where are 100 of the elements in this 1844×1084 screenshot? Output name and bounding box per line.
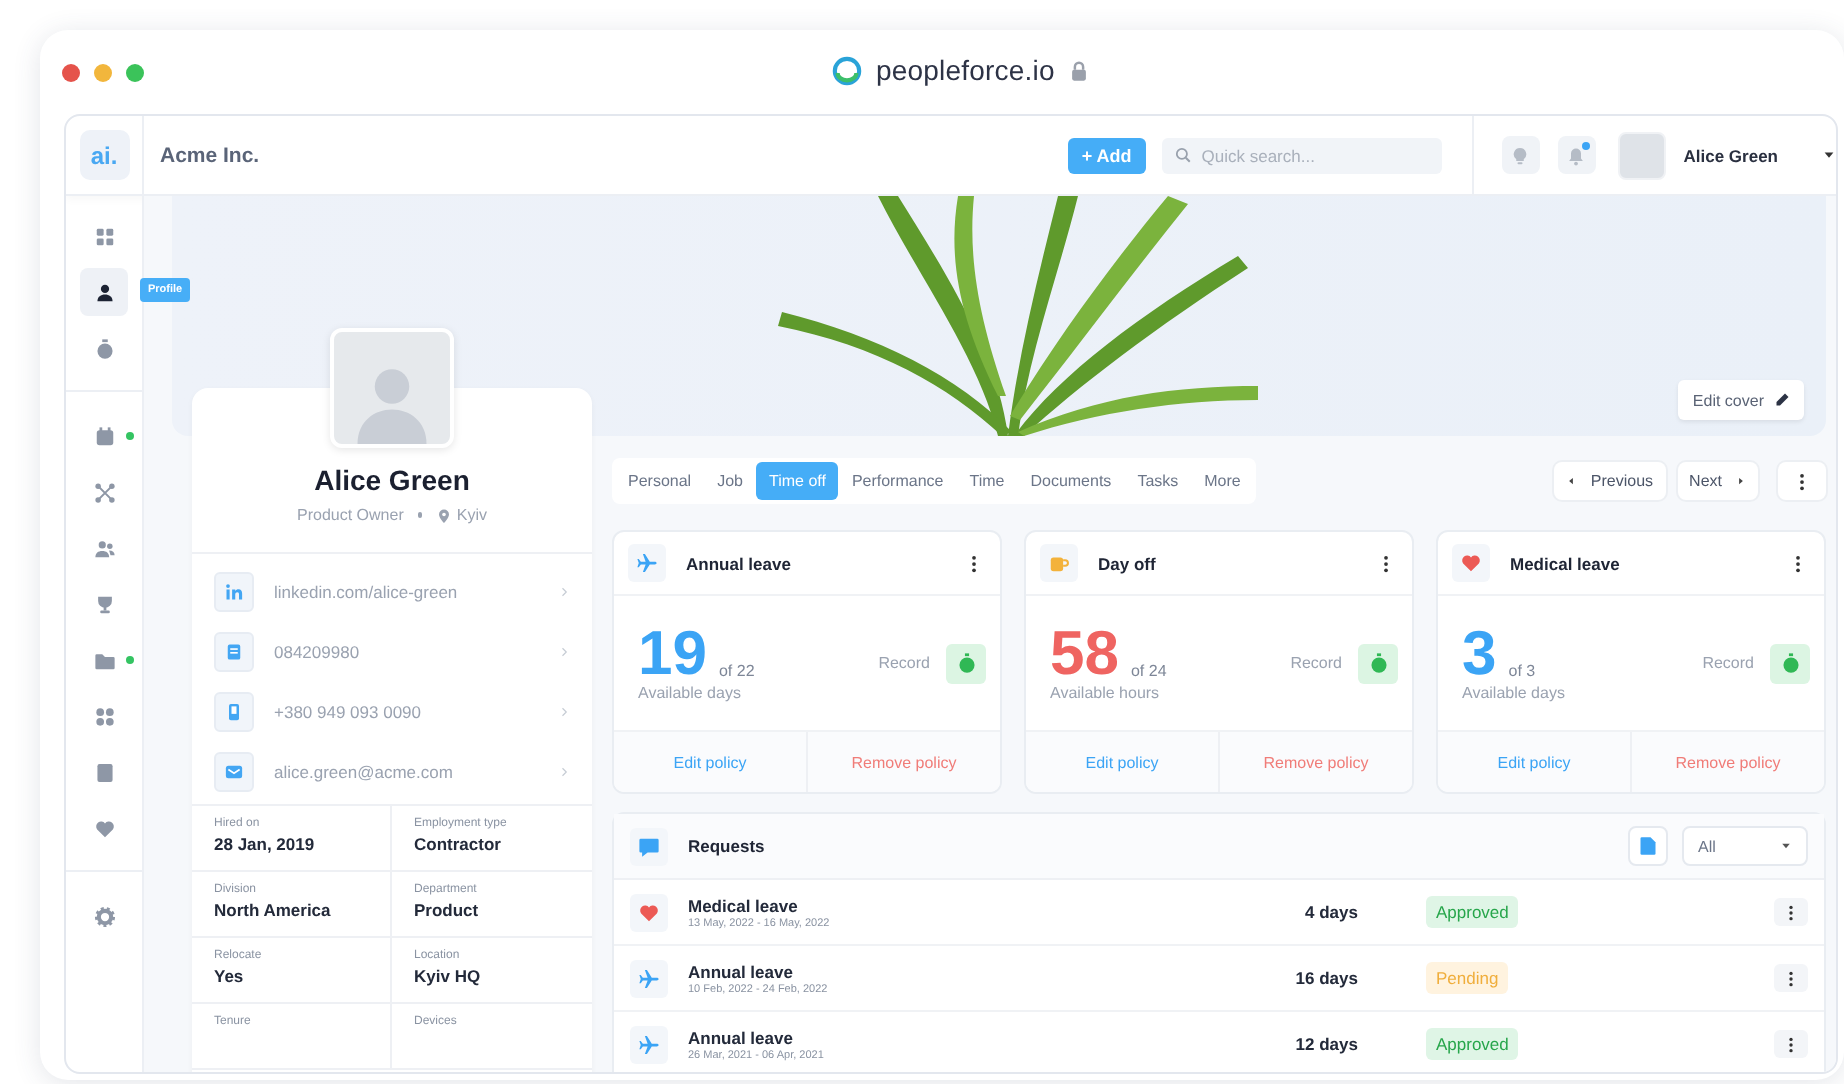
next-button[interactable]: Next (1677, 462, 1758, 500)
calendar-icon (93, 425, 115, 447)
contact-link[interactable]: linkedin.com/alice-green (274, 582, 558, 602)
folder-icon (93, 649, 115, 671)
remove-policy-link[interactable]: Remove policy (808, 732, 1000, 792)
search-field[interactable]: Quick search... (1161, 137, 1442, 173)
record-label: Record (1702, 654, 1754, 672)
request-title: Annual leave (688, 961, 795, 981)
balance-number: 58 (1050, 625, 1119, 681)
lightbulb-button[interactable] (1501, 136, 1540, 174)
field-value: Yes (214, 966, 246, 986)
tab[interactable]: More (1192, 462, 1253, 500)
stopwatch-icon (1367, 652, 1389, 674)
add-button[interactable]: + Add (1067, 137, 1146, 173)
filter-dropdown[interactable]: All (1682, 826, 1808, 866)
balance-unit: Available days (1462, 683, 1565, 701)
apps-icon (93, 705, 115, 727)
close-dot[interactable] (62, 63, 80, 81)
location-text: Kyiv (456, 506, 487, 524)
remove-policy-link[interactable]: Remove policy (1220, 732, 1412, 792)
field-value: Product (414, 900, 481, 920)
record-button[interactable] (1358, 643, 1398, 683)
heart-icon (93, 817, 115, 839)
grid-icon (93, 225, 115, 247)
status-badge: Pending (1426, 962, 1509, 994)
trophy-icon (93, 593, 115, 615)
contact-link[interactable]: alice.green@acme.com (274, 762, 558, 782)
plane-icon (638, 967, 660, 989)
heart-icon (638, 901, 660, 923)
record-button[interactable] (1770, 643, 1810, 683)
book-icon (93, 761, 115, 783)
card-title: Annual leave (686, 553, 791, 573)
plane-icon (636, 552, 658, 574)
balance-unit: Available days (638, 683, 743, 701)
request-duration: 12 days (1293, 1034, 1358, 1054)
record-label: Record (878, 654, 930, 672)
card-title: Day off (1098, 553, 1156, 573)
notifications-button[interactable] (1557, 136, 1596, 174)
chevron-icon (558, 766, 570, 778)
url-text: peopleforce.io (876, 54, 1055, 86)
field-value: Kyiv HQ (414, 966, 483, 986)
request-title: Medical leave (688, 895, 800, 915)
edit-cover-button[interactable]: Edit cover (1678, 380, 1804, 420)
tab[interactable]: Time off (756, 462, 838, 500)
edit-policy-link[interactable]: Edit policy (1026, 732, 1220, 792)
job-title: Product Owner (297, 506, 404, 524)
edit-policy-link[interactable]: Edit policy (1438, 732, 1632, 792)
export-button[interactable] (1628, 826, 1668, 866)
user-name[interactable]: Alice Green (1683, 145, 1778, 165)
card-title: Medical leave (1510, 553, 1620, 573)
field-value: 28 Jan, 2019 (214, 834, 317, 854)
record-button[interactable] (946, 643, 986, 683)
status-badge: Approved (1426, 896, 1519, 928)
lock-icon (1068, 59, 1091, 81)
company-logo[interactable]: ai. (79, 130, 129, 180)
tab[interactable]: Time (957, 462, 1017, 500)
field-value: North America (214, 900, 333, 920)
contact-link[interactable]: 084209980 (274, 642, 558, 662)
status-badge: Approved (1426, 1028, 1519, 1060)
location-pin-icon (436, 507, 453, 523)
balance-number: 3 (1462, 625, 1497, 681)
heart-icon (1460, 552, 1482, 574)
tab[interactable]: Job (705, 462, 755, 500)
remove-policy-link[interactable]: Remove policy (1632, 732, 1824, 792)
caret-icon (1822, 148, 1836, 162)
search-icon (1173, 146, 1192, 164)
minimize-dot[interactable] (94, 63, 112, 81)
linkedin-icon (224, 582, 244, 602)
contact-link[interactable]: +380 949 093 0090 (274, 702, 558, 722)
settings-icon (93, 905, 115, 927)
people-icon (93, 537, 115, 559)
person-icon (93, 281, 115, 303)
tab[interactable]: Tasks (1125, 462, 1191, 500)
chevron-icon (558, 706, 570, 718)
field-value: Contractor (414, 834, 503, 854)
phone-icon (224, 702, 244, 722)
zoom-dot[interactable] (126, 63, 144, 81)
edit-policy-link[interactable]: Edit policy (614, 732, 808, 792)
timer-icon (93, 337, 115, 359)
previous-button[interactable]: Previous (1554, 462, 1666, 500)
tab[interactable]: Personal (616, 462, 704, 500)
plane-icon (638, 1033, 660, 1055)
pencil-icon (1774, 392, 1790, 408)
balance-unit: Available hours (1050, 683, 1162, 701)
chevron-icon (558, 646, 570, 658)
balance-total: of 3 (1508, 661, 1536, 679)
tab[interactable]: Documents (1018, 462, 1124, 500)
lightbulb-icon (1510, 145, 1531, 165)
cup-icon (1048, 552, 1070, 574)
email-icon (224, 762, 244, 782)
network-icon (93, 481, 115, 503)
request-duration: 4 days (1303, 902, 1358, 922)
request-title: Annual leave (688, 1027, 795, 1047)
caret-icon (1780, 840, 1792, 852)
caret-left-icon (1566, 476, 1577, 486)
company-name: Acme Inc. (160, 143, 260, 167)
bell-icon (1566, 145, 1587, 165)
request-duration: 16 days (1293, 968, 1358, 988)
sidebar-item[interactable] (80, 268, 128, 316)
tab[interactable]: Performance (839, 462, 956, 500)
